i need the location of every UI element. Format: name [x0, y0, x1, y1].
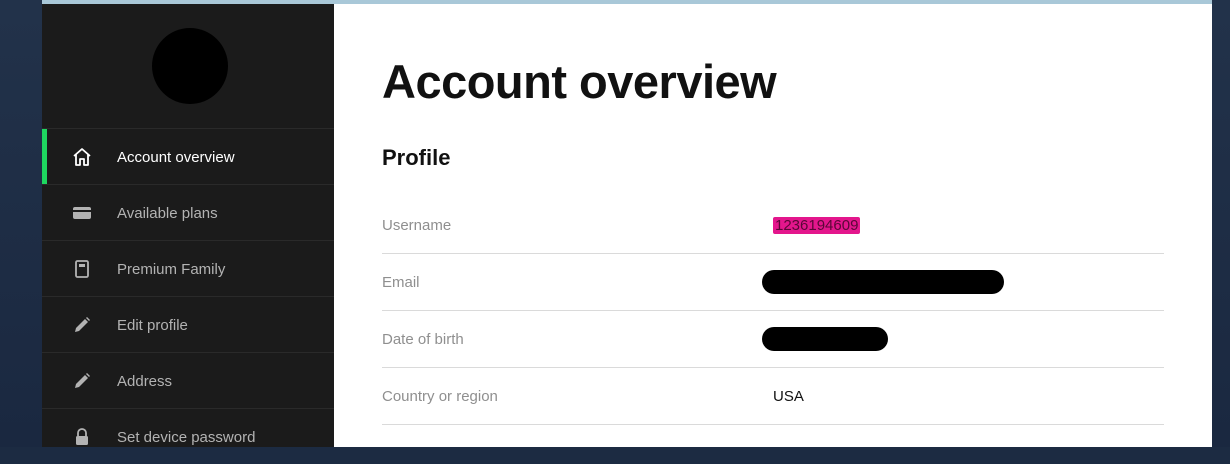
clipboard-icon: [75, 260, 89, 278]
email-redaction: [762, 270, 1004, 294]
pencil-icon: [75, 373, 90, 388]
home-icon: [73, 148, 91, 166]
date-of-birth-redaction: [762, 327, 888, 351]
sidebar-nav: Account overview Available plans Premium…: [42, 128, 334, 464]
email-label: Email: [382, 274, 420, 291]
sidebar-item-label: Set device password: [117, 429, 256, 446]
profile-heading: Profile: [382, 145, 451, 170]
sidebar-item-address[interactable]: Address: [42, 352, 334, 408]
sidebar-item-label: Premium Family: [117, 261, 226, 278]
main-content: Account overview Profile Username 123619…: [334, 4, 1212, 447]
avatar[interactable]: [152, 28, 228, 104]
country-label: Country or region: [382, 388, 498, 405]
sidebar-item-available-plans[interactable]: Available plans: [42, 184, 334, 240]
username-label: Username: [382, 217, 452, 234]
sidebar-item-label: Edit profile: [117, 317, 188, 334]
country-value: USA: [773, 388, 804, 405]
desktop-background-left: [0, 0, 42, 447]
sidebar-item-label: Available plans: [117, 205, 218, 222]
sidebar: Account overview Available plans Premium…: [42, 4, 334, 447]
profile-table: Username 1236194609 Email Date of birth …: [382, 197, 1164, 425]
date-of-birth-label: Date of birth: [382, 331, 464, 348]
username-value: 1236194609: [773, 217, 861, 234]
table-row-date-of-birth: Date of birth: [382, 311, 1164, 368]
sidebar-item-label: Address: [117, 373, 173, 390]
credit-card-icon: [73, 207, 91, 219]
sidebar-item-set-device-password[interactable]: Set device password: [42, 408, 334, 464]
pencil-icon: [75, 317, 90, 332]
table-row-username: Username 1236194609: [382, 197, 1164, 254]
table-row-country: Country or region USA: [382, 368, 1164, 425]
sidebar-item-label: Account overview: [117, 149, 235, 166]
sidebar-item-account-overview[interactable]: Account overview: [42, 128, 334, 184]
page-title: Account overview: [382, 55, 777, 108]
lock-icon: [76, 428, 88, 445]
desktop-background-right: [1212, 0, 1230, 447]
sidebar-item-edit-profile[interactable]: Edit profile: [42, 296, 334, 352]
table-row-email: Email: [382, 254, 1164, 311]
sidebar-item-premium-family[interactable]: Premium Family: [42, 240, 334, 296]
